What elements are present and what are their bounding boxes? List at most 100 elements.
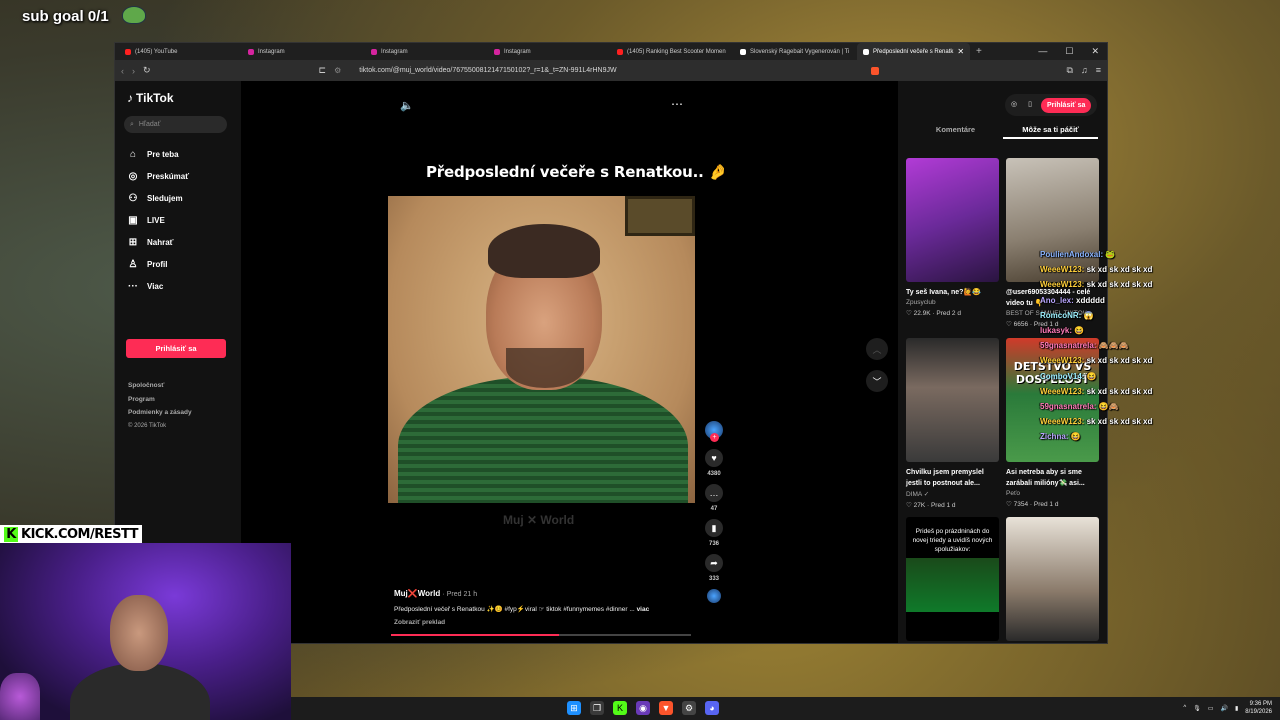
person-shirt [398,376,688,503]
tiktok-logo[interactable]: ♪ TikTok [127,91,174,105]
chat-username: WeeeW123: [1040,280,1085,290]
minimize-icon[interactable]: — [1038,46,1047,57]
recommendation-card[interactable]: Chvilku jsem premyslel jestli to postnou… [906,338,999,509]
streamer-face [110,595,168,671]
discord-icon[interactable]: ◕ [705,701,719,715]
taskbar-apps: ⊞ ❐ K ◉ ▼ ⚙ ◕ [567,701,719,715]
footer-link-company[interactable]: Spoločnosť [128,379,192,393]
network-icon[interactable]: ▭ [1208,705,1214,712]
nav-item-upload[interactable]: ⊞ Nahrať [127,231,237,253]
video-thumbnail[interactable] [906,158,999,282]
volume-icon[interactable]: 🔈 [400,99,414,112]
heart-icon[interactable]: ♥ [705,449,723,467]
new-tab-icon[interactable]: + [976,46,982,57]
creator-avatar[interactable]: + [705,421,723,442]
brave-icon[interactable]: ▼ [659,701,673,715]
media-icon[interactable]: ♫ [1081,65,1088,76]
video-thumbnail[interactable]: Prideš po prázdninách do novej triedy a … [906,517,999,641]
video-thumbnail[interactable] [906,338,999,462]
comment-icon[interactable]: … [705,484,723,502]
share-icon[interactable]: ➦ [705,554,723,572]
bookmark-icon[interactable]: ▮ [705,519,723,537]
browser-tab[interactable]: Instagram [365,43,488,60]
windows-start-icon[interactable]: ⊞ [567,701,581,715]
caption-more-link[interactable]: viac [637,606,650,613]
mic-icon[interactable]: 🎙 [1193,705,1201,712]
share-action[interactable]: ➦ 333 [696,554,732,582]
clock-date: 8/19/2026 [1245,709,1272,715]
browser-tab[interactable]: Instagram [488,43,611,60]
nav-item-profile[interactable]: ♙ Profil [127,253,237,275]
browser-tab[interactable]: Instagram [242,43,365,60]
browser-tab[interactable]: Slovenský Ragebait Vygenerován | Ti [734,43,857,60]
tab-label: Instagram [504,48,531,55]
close-window-icon[interactable]: ✕ [1091,46,1099,57]
save-action[interactable]: ▮ 736 [696,519,732,547]
follow-plus-icon[interactable]: + [710,433,719,442]
tab-you-may-like[interactable]: Môže sa ti páčiť [1003,121,1098,139]
task-view-icon[interactable]: ❐ [590,701,604,715]
close-tab-icon[interactable]: ✕ [957,47,964,56]
comment-action[interactable]: … 47 [696,484,732,512]
video-player[interactable] [388,196,695,503]
more-options-icon[interactable]: ⋯ [671,97,683,111]
url-input[interactable]: tiktok.com/@muj_world/video/767550081214… [359,67,862,74]
speaker-icon[interactable]: 🔊 [1221,705,1228,712]
recommendation-card[interactable]: Prideš po prázdninách do novej triedy a … [906,517,999,641]
bookmark-icon[interactable]: ⊏ [319,65,327,76]
compass-small-icon[interactable]: ◎ [1009,100,1019,110]
author-name[interactable]: Muj❌World [394,589,440,598]
tab-comments[interactable]: Komentáre [908,121,1003,139]
card-title: Asi netreba aby si sme zarábali milióny💸… [1006,469,1085,487]
sound-disc-icon[interactable] [707,589,721,603]
recommendation-card[interactable]: Ty seš Ivana, ne?🙋😂 Zpusyclub ♡ 22.9K · … [906,158,999,317]
video-thumbnail[interactable] [1006,517,1099,641]
nav-item-following[interactable]: ⚇ Sledujem [127,187,237,209]
reload-icon[interactable]: ↻ [143,65,151,76]
caption-author[interactable]: Muj❌World · Pred 21 h [394,589,694,598]
browser-tab[interactable]: (1405) YouTube [119,43,242,60]
menu-icon[interactable]: ≡ [1096,65,1101,76]
thumbnail-image [906,558,999,612]
back-icon[interactable]: ‹ [121,66,124,76]
footer-link-terms[interactable]: Podmienky a zásady [128,406,192,420]
kick-app-icon[interactable]: K [613,701,627,715]
brave-shield-icon[interactable] [870,66,879,75]
obs-icon[interactable]: ◉ [636,701,650,715]
nav-item-explore[interactable]: ◎ Preskúmať [127,165,237,187]
chat-username: RomcoNR: [1040,310,1082,320]
comment-count: 47 [710,506,718,512]
browser-tab[interactable]: (1405) Ranking Best Scooter Momen [611,43,734,60]
tab-label: (1405) YouTube [135,48,178,55]
translate-link[interactable]: Zobraziť preklad [394,619,694,626]
kick-url: KICK.COM/RESTT [21,526,139,542]
nav-label: Sledujem [147,193,183,203]
instagram-icon [248,48,254,55]
chevron-up-icon[interactable]: ︿ [866,338,888,360]
search-input[interactable]: ⌕ Hľadať [124,116,227,133]
forward-icon[interactable]: › [132,66,135,76]
settings-icon[interactable]: ⚙ [682,701,696,715]
like-action[interactable]: ♥ 4380 [696,449,732,477]
top-login-button[interactable]: Prihlásiť sa [1041,97,1092,113]
nav-item-live[interactable]: ▣ LIVE [127,209,237,231]
footer-link-program[interactable]: Program [128,393,192,407]
clock[interactable]: 9:36 PM 8/19/2026 [1245,700,1272,716]
home-icon: ⌂ [129,148,137,160]
nav-item-more[interactable]: ··· Viac [127,275,237,297]
login-button[interactable]: Prihlásiť sa [126,339,226,358]
chat-text: 😆 [1086,371,1097,381]
site-info-icon[interactable]: ⚙ [334,66,341,75]
extensions-icon[interactable]: ⧉ [1067,65,1073,76]
nav-item-for-you[interactable]: ⌂ Pre teba [127,143,237,165]
chevron-down-icon[interactable]: ﹀ [866,370,888,392]
recommendation-card[interactable] [1006,517,1099,641]
battery-icon[interactable]: ▮ [1235,705,1238,712]
maximize-icon[interactable]: ☐ [1065,46,1073,57]
browser-tab-active[interactable]: Předposlední večeře s Renatk ✕ [857,43,970,60]
video-progress-bar[interactable] [391,634,691,636]
chevron-up-tray-icon[interactable]: ^ [1183,705,1186,711]
video-watermark: Muj ✕ World [503,513,575,527]
person-beard [506,348,584,388]
phone-icon[interactable]: ▯ [1025,100,1035,110]
